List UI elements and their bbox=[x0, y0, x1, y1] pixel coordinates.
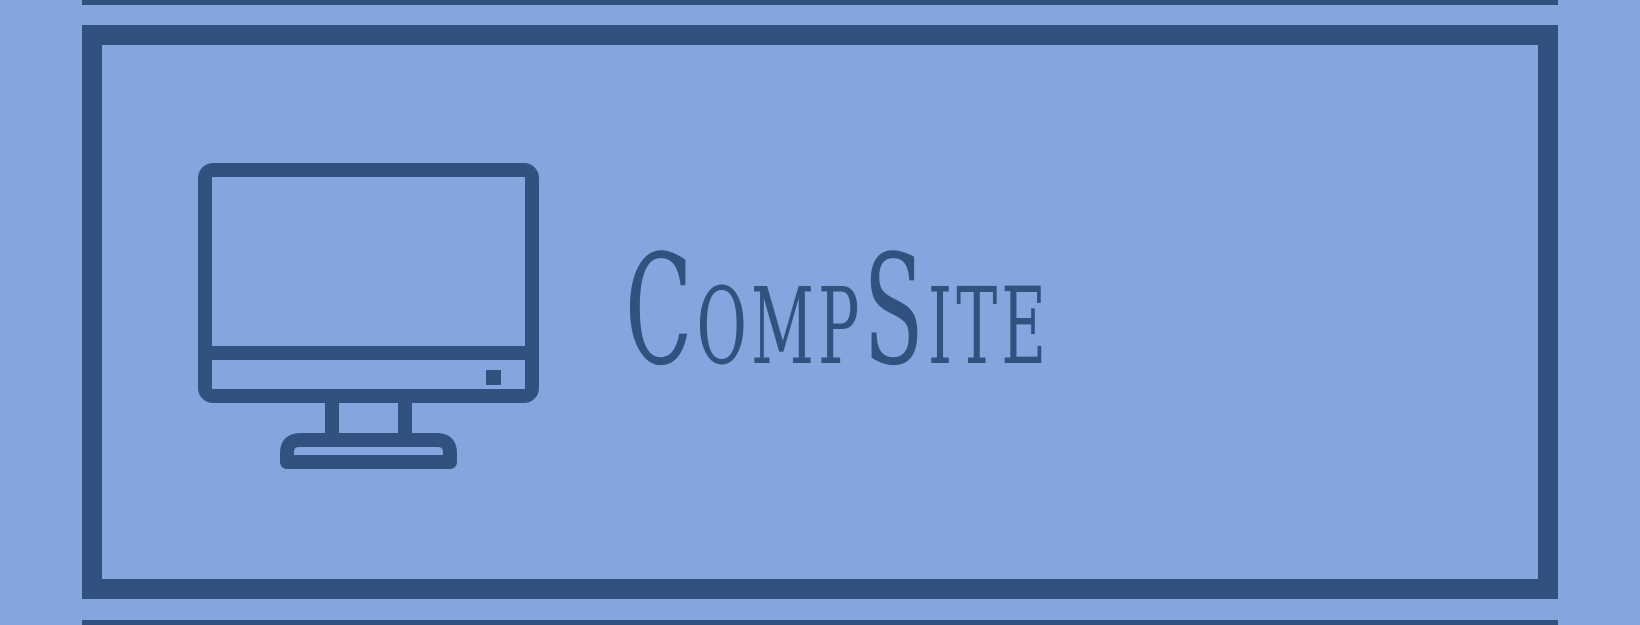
brand-name: CompSite bbox=[625, 222, 1051, 399]
bottom-edge-bar bbox=[82, 620, 1558, 625]
top-edge-bar bbox=[82, 0, 1558, 5]
desktop-monitor-icon bbox=[198, 163, 539, 469]
